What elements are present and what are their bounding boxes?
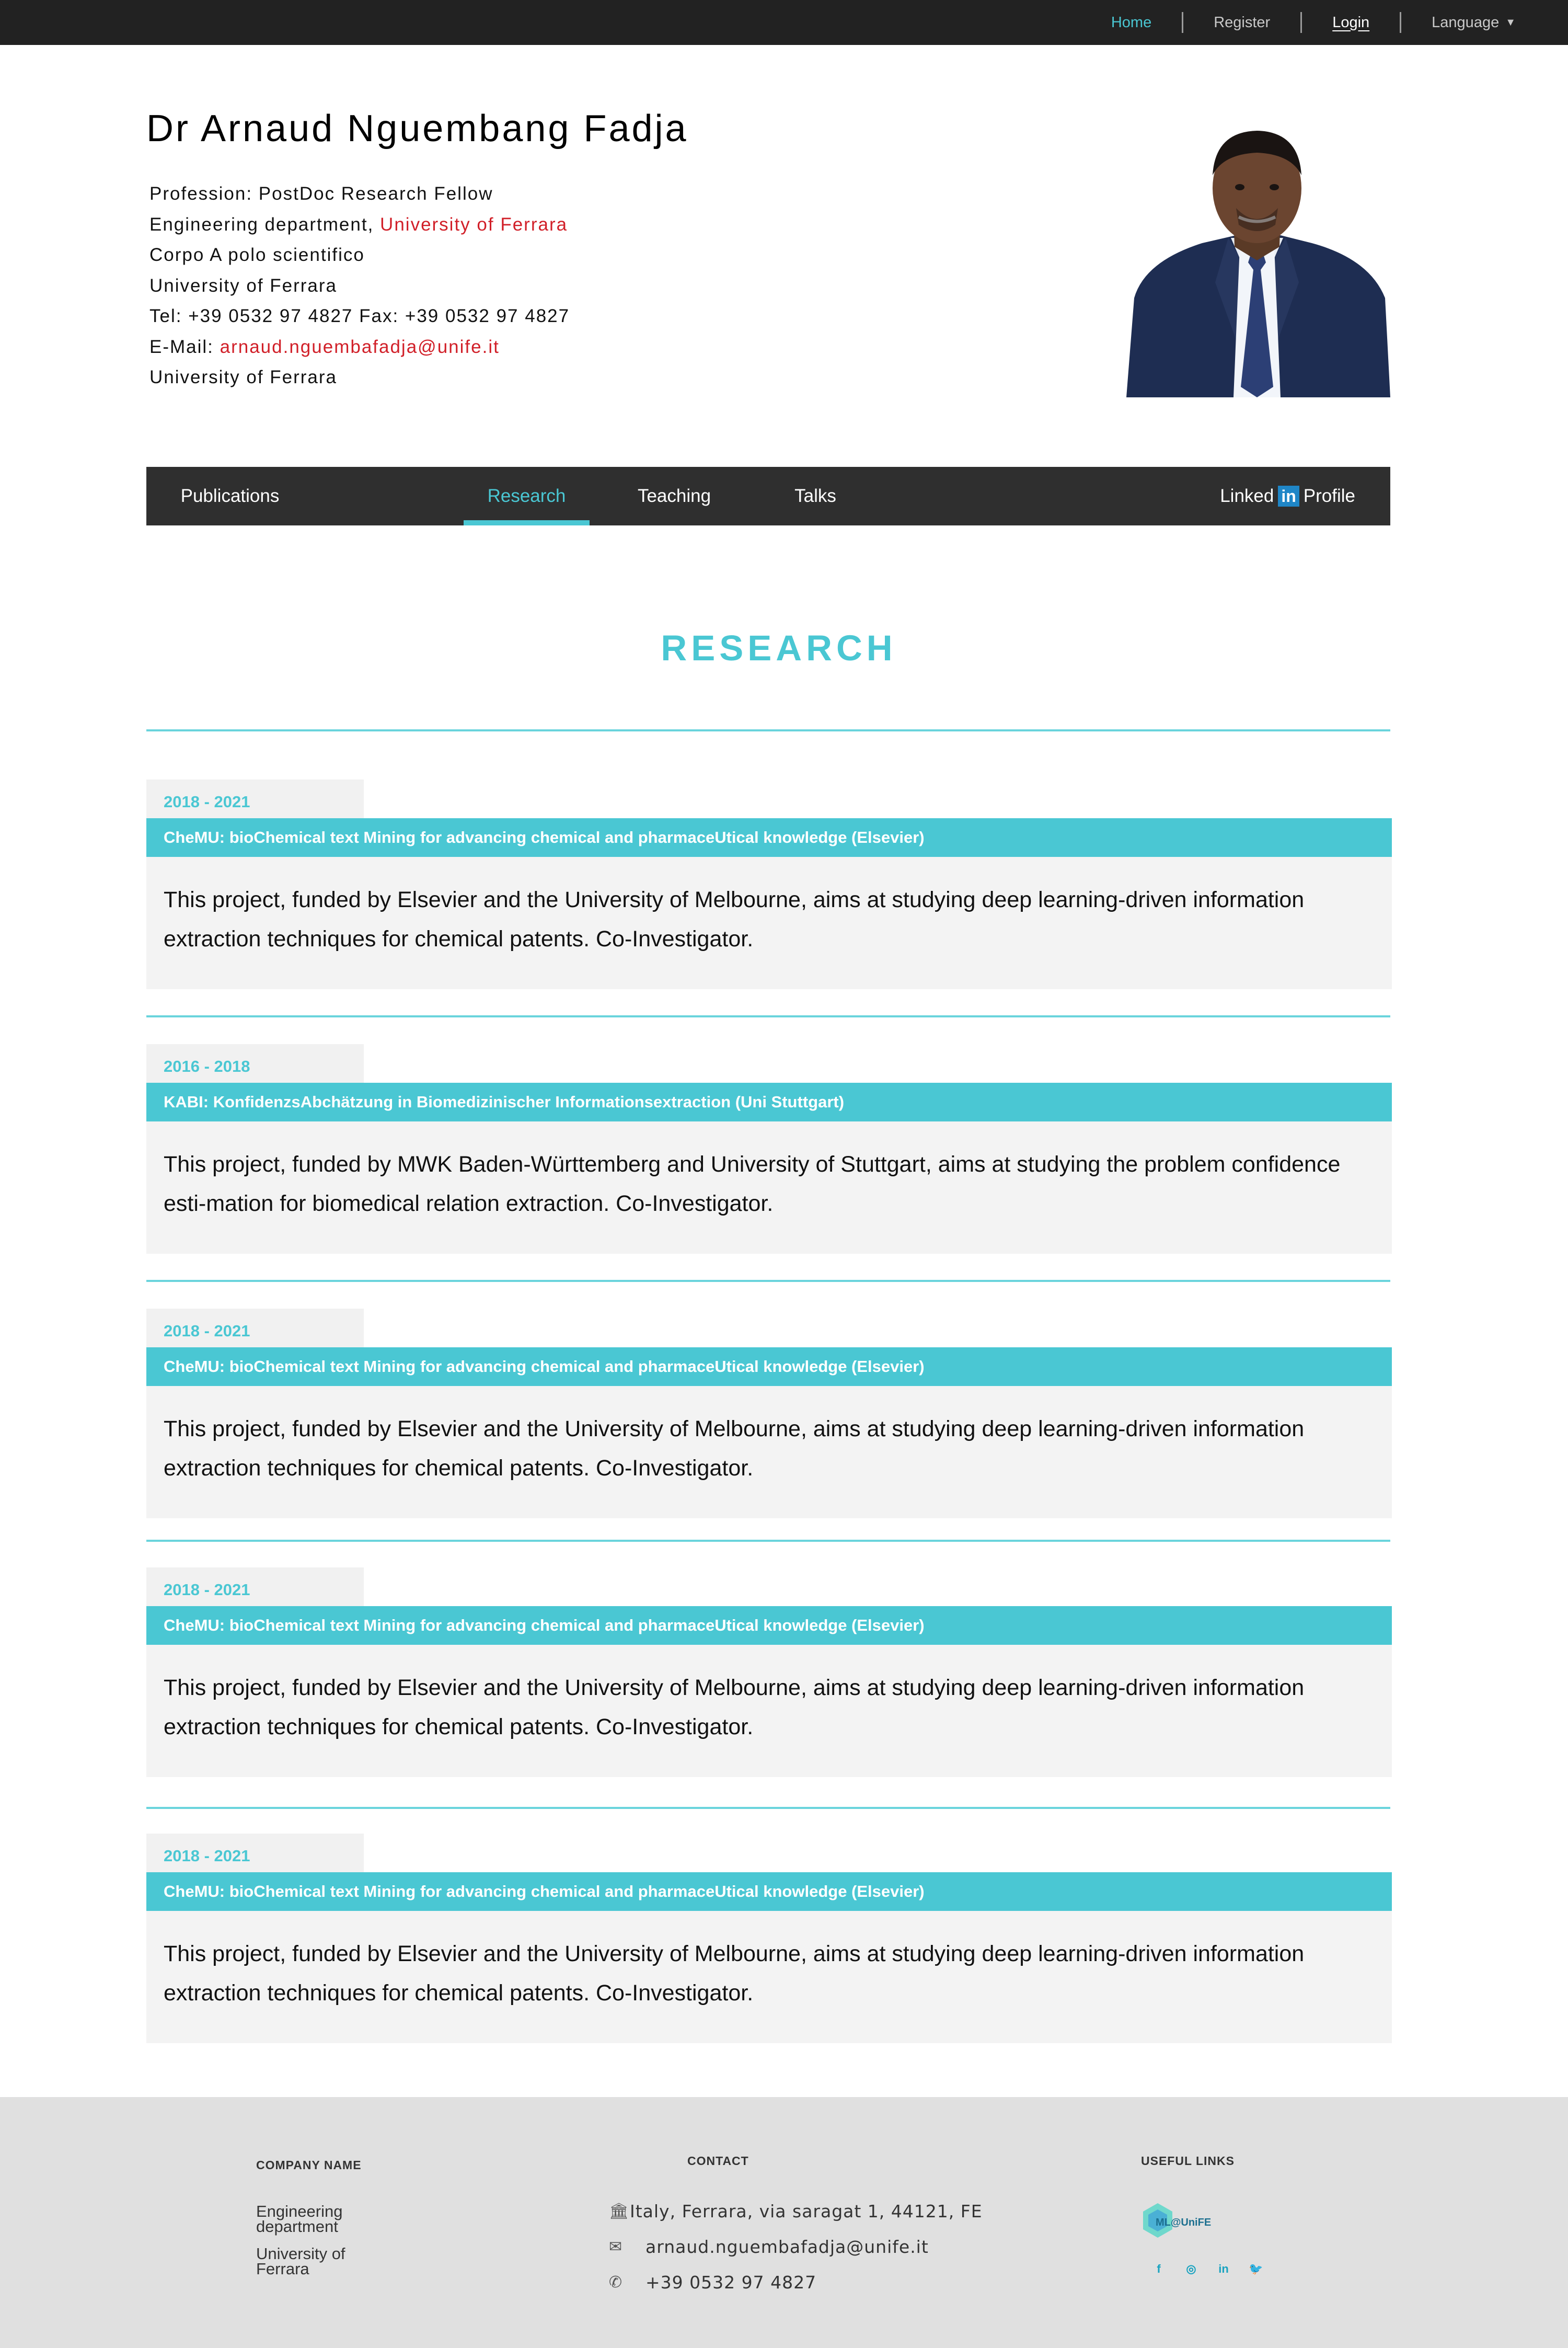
project-description: This project, funded by Elsevier and the… bbox=[146, 857, 1392, 989]
project-title: CheMU: bioChemical text Mining for advan… bbox=[146, 1606, 1392, 1645]
contact-phone: ✆ +39 0532 97 4827 bbox=[609, 2272, 816, 2293]
linkedin-profile-link[interactable]: Linked in Profile bbox=[1220, 467, 1355, 525]
twitter-icon[interactable]: 🐦 bbox=[1249, 2262, 1263, 2276]
project-description: This project, funded by Elsevier and the… bbox=[146, 1645, 1392, 1777]
department-line: Engineering department, University of Fe… bbox=[149, 210, 570, 240]
project-years: 2016 - 2018 bbox=[146, 1044, 364, 1083]
project-description: This project, funded by MWK Baden-Württe… bbox=[146, 1121, 1392, 1254]
useful-links-heading: USEFUL LINKS bbox=[1141, 2154, 1235, 2168]
project-years: 2018 - 2021 bbox=[146, 1834, 364, 1872]
tab-talks[interactable]: Talks bbox=[753, 467, 878, 525]
divider bbox=[146, 729, 1390, 731]
divider bbox=[146, 1807, 1390, 1809]
page-title: RESEARCH bbox=[661, 628, 897, 668]
address-line-1: Corpo A polo scientifico bbox=[149, 245, 365, 265]
profile-photo bbox=[1124, 125, 1390, 397]
language-label: Language bbox=[1432, 14, 1500, 31]
phone-icon: ✆ bbox=[609, 2273, 623, 2292]
divider bbox=[146, 1540, 1390, 1542]
project-title: CheMU: bioChemical text Mining for advan… bbox=[146, 1347, 1392, 1386]
department-prefix: Engineering department, bbox=[149, 214, 381, 235]
project-years: 2018 - 2021 bbox=[146, 780, 364, 818]
facebook-icon[interactable]: f bbox=[1151, 2262, 1166, 2276]
project-description: This project, funded by Elsevier and the… bbox=[146, 1911, 1392, 2043]
tab-teaching[interactable]: Teaching bbox=[612, 467, 737, 525]
footer-phone-text: +39 0532 97 4827 bbox=[645, 2272, 817, 2293]
envelope-icon: ✉ bbox=[609, 2238, 623, 2256]
active-tab-indicator bbox=[464, 520, 590, 525]
tab-publications[interactable]: Publications bbox=[167, 467, 293, 525]
email-line: E-Mail: arnaud.nguembafadja@unife.it bbox=[149, 332, 570, 363]
profile-name: Dr Arnaud Nguembang Fadja bbox=[146, 108, 688, 150]
register-link[interactable]: Register bbox=[1183, 14, 1300, 31]
linkedin-icon[interactable]: in bbox=[1216, 2262, 1231, 2276]
top-bar: Home Register Login Language ▼ bbox=[0, 0, 1568, 45]
project-description: This project, funded by Elsevier and the… bbox=[146, 1386, 1392, 1518]
email-link[interactable]: arnaud.nguembafadja@unife.it bbox=[220, 337, 500, 357]
login-link[interactable]: Login bbox=[1302, 14, 1400, 31]
tab-research[interactable]: Research bbox=[464, 467, 590, 525]
ml-unife-logo[interactable]: ML@UniFE bbox=[1142, 2202, 1226, 2244]
linkedin-icon: in bbox=[1278, 486, 1299, 507]
footer-email-text: arnaud.nguembafadja@unife.it bbox=[645, 2237, 929, 2257]
address-line-2: University of Ferrara bbox=[149, 275, 338, 296]
section-navbar: Publications Research Teaching Talks Lin… bbox=[146, 467, 1390, 525]
home-link[interactable]: Home bbox=[1081, 14, 1182, 31]
language-dropdown[interactable]: Language ▼ bbox=[1401, 14, 1568, 31]
company-line-1: Engineering department bbox=[256, 2202, 343, 2236]
project-title: CheMU: bioChemical text Mining for advan… bbox=[146, 1872, 1392, 1911]
company-line-2: University of Ferrara bbox=[256, 2244, 345, 2278]
address-text: Italy, Ferrara, via saragat 1, 44121, FE bbox=[630, 2201, 983, 2221]
divider bbox=[146, 1015, 1390, 1017]
contact-address: 🏛 Italy, Ferrara, via saragat 1, 44121, … bbox=[609, 2201, 983, 2221]
company-heading: COMPANY NAME bbox=[256, 2158, 362, 2172]
logo-text: ML@UniFE bbox=[1156, 2217, 1211, 2228]
project-years: 2018 - 2021 bbox=[146, 1309, 364, 1347]
top-nav: Home Register Login Language ▼ bbox=[1081, 0, 1568, 45]
bank-icon: 🏛 bbox=[609, 2202, 630, 2220]
university-link[interactable]: University of Ferrara bbox=[380, 214, 568, 235]
divider bbox=[146, 1280, 1390, 1282]
project-years: 2018 - 2021 bbox=[146, 1567, 364, 1606]
linkedin-label-post: Profile bbox=[1303, 486, 1355, 506]
footer bbox=[0, 2097, 1568, 2348]
email-prefix: E-Mail: bbox=[149, 336, 220, 357]
instagram-icon[interactable]: ◎ bbox=[1184, 2262, 1198, 2276]
contact-heading: CONTACT bbox=[687, 2154, 749, 2168]
profile-info: Profession: PostDoc Research Fellow Engi… bbox=[149, 179, 570, 393]
project-title: KABI: KonfidenzsAbchätzung in Biomedizin… bbox=[146, 1083, 1392, 1121]
caret-down-icon: ▼ bbox=[1505, 16, 1516, 28]
project-title: CheMU: bioChemical text Mining for advan… bbox=[146, 818, 1392, 857]
tel-fax-line: Tel: +39 0532 97 4827 Fax: +39 0532 97 4… bbox=[149, 306, 570, 326]
social-links: f ◎ in 🐦 bbox=[1151, 2262, 1263, 2276]
linkedin-label-pre: Linked bbox=[1220, 486, 1274, 506]
contact-email[interactable]: ✉ arnaud.nguembafadja@unife.it bbox=[609, 2237, 929, 2257]
profession-line: Profession: PostDoc Research Fellow bbox=[149, 184, 493, 204]
address-line-3: University of Ferrara bbox=[149, 367, 338, 387]
